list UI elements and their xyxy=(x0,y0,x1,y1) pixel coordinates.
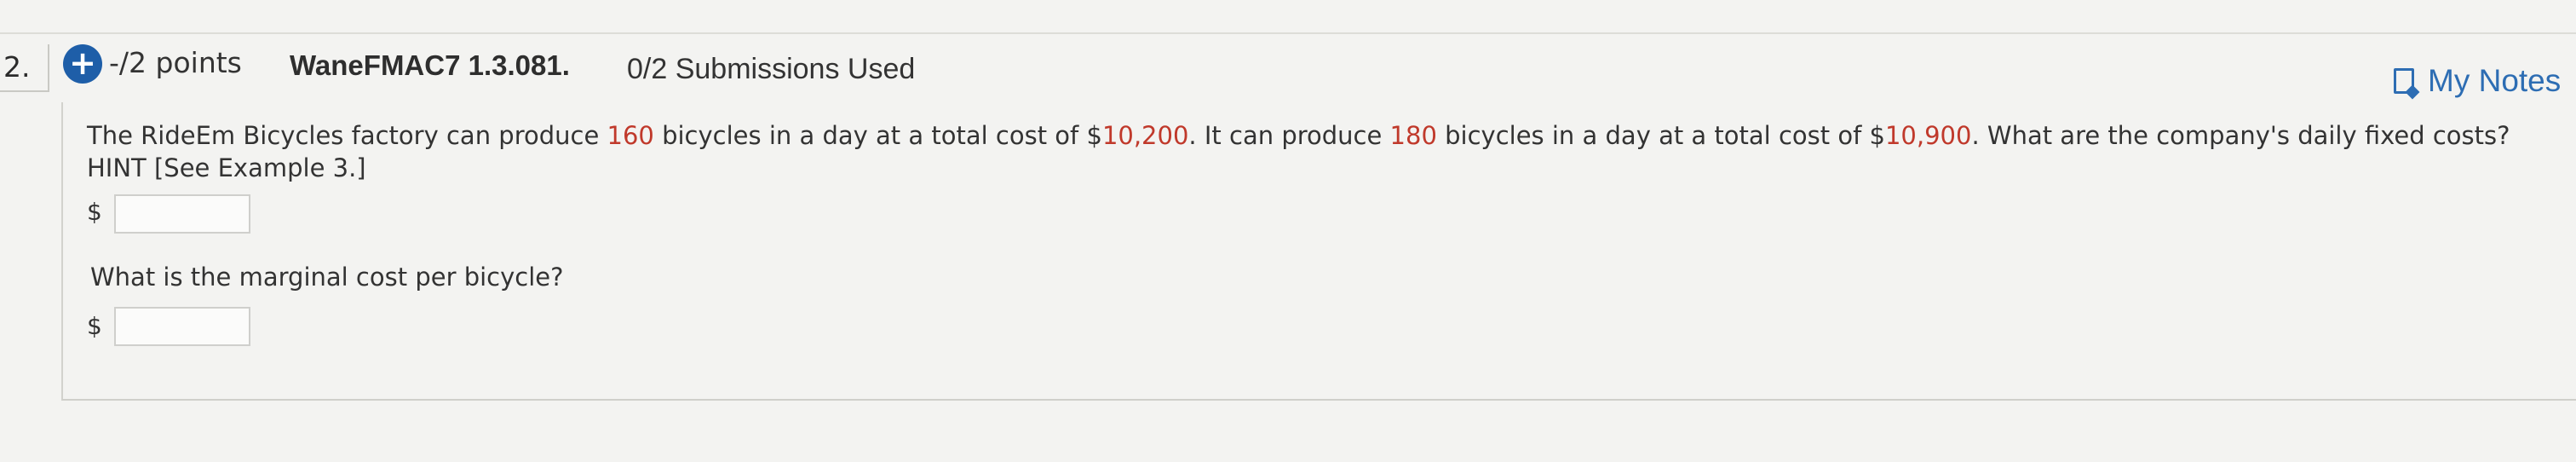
plus-circle-icon[interactable]: + xyxy=(63,44,102,84)
question-text-5: . What are the company's daily fixed cos… xyxy=(1971,121,2510,150)
marginal-cost-question: What is the marginal cost per bicycle? xyxy=(90,263,564,292)
my-notes-link[interactable]: My Notes xyxy=(2394,63,2561,99)
question-code: WaneFMAC7 1.3.081. xyxy=(290,49,570,81)
question-text-4: bicycles in a day at a total cost of $ xyxy=(1436,121,1885,150)
notes-icon xyxy=(2394,68,2414,94)
question-text-1: The RideEm Bicycles factory can produce xyxy=(87,121,607,150)
question-text-2: bicycles in a day at a total cost of $ xyxy=(653,121,1102,150)
value-10200: 10,200 xyxy=(1101,121,1189,150)
fixed-cost-input[interactable] xyxy=(114,194,250,234)
value-10900: 10,900 xyxy=(1884,121,1972,150)
question-text-3: . It can produce xyxy=(1188,121,1390,150)
dollar-sign-1: $ xyxy=(87,198,102,226)
top-divider xyxy=(0,32,2576,34)
value-180: 180 xyxy=(1389,121,1437,150)
marginal-cost-input[interactable] xyxy=(114,307,250,346)
points-label: -/2 points xyxy=(109,46,242,79)
submissions-used: 0/2 Submissions Used xyxy=(627,53,916,85)
hint-text: HINT [See Example 3.] xyxy=(87,153,366,182)
question-text: The RideEm Bicycles factory can produce … xyxy=(87,119,2557,184)
question-number: 2. xyxy=(0,44,49,92)
my-notes-label: My Notes xyxy=(2428,63,2562,98)
value-160: 160 xyxy=(607,121,654,150)
dollar-sign-2: $ xyxy=(87,312,102,340)
